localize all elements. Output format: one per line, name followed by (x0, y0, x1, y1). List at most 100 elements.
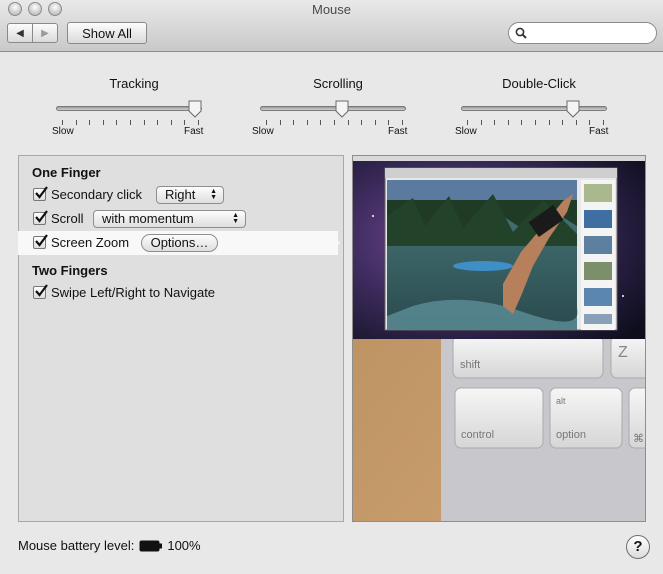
shift-key (452, 335, 604, 379)
slider-min-label: Slow (455, 126, 477, 137)
thumbnail-sidebar (581, 180, 615, 330)
window-title: Mouse (311, 2, 352, 17)
tracking-slider-track[interactable] (56, 106, 202, 111)
slider-tick (361, 120, 363, 125)
control-key-label: control (461, 429, 494, 441)
back-button[interactable]: ◀ (8, 24, 33, 42)
battery-value: 100% (167, 538, 201, 553)
show-all-button[interactable]: Show All (67, 22, 147, 44)
tracking-slider-thumb[interactable] (188, 100, 202, 118)
slider-tick (143, 120, 145, 125)
secondary-click-value: Right (165, 187, 196, 202)
slider-max-label: Fast (388, 126, 408, 137)
swipe-row[interactable]: Swipe Left/Right to Navigate (33, 282, 215, 302)
gesture-preview-image: shift Z control alt option ⌘ (352, 155, 646, 522)
slider-tick (480, 120, 482, 125)
slider-tick (62, 120, 63, 125)
slider-tick (589, 120, 591, 125)
help-button[interactable]: ? (626, 535, 650, 559)
forward-button[interactable]: ▶ (33, 24, 57, 42)
screen-zoom-checkbox[interactable] (33, 233, 48, 249)
slider-tick (102, 120, 104, 125)
slider-tick (507, 120, 509, 125)
slider-tick (535, 120, 536, 125)
slider-tick (306, 120, 308, 125)
screen-zoom-options-button[interactable]: Options… (141, 234, 218, 252)
selected-row-pointer (326, 231, 340, 255)
z-key (610, 335, 645, 379)
battery-label: Mouse battery level: (18, 538, 135, 553)
z-key-label: Z (618, 344, 628, 361)
scroll-row[interactable]: Scroll (33, 208, 84, 228)
search-icon (515, 27, 527, 39)
screen-zoom-label: Screen Zoom (51, 234, 130, 250)
slider-title: Double-Click (502, 76, 576, 91)
shift-key-label: shift (460, 359, 480, 371)
slider-tick (157, 120, 159, 125)
screen-zoom-row[interactable]: Screen Zoom (33, 232, 129, 252)
slider-tick (347, 120, 349, 125)
checkmark-icon (35, 209, 48, 223)
scrolling-slider-group: Scrolling Slow Fast (252, 76, 418, 142)
slider-tick (334, 120, 335, 125)
battery-icon (139, 540, 163, 551)
slider-tick (548, 120, 550, 125)
nav-buttons: ◀ ▶ (7, 23, 58, 43)
slider-tick (89, 120, 91, 125)
slider-tick (562, 120, 564, 125)
slider-tick (521, 120, 523, 125)
slider-tick (320, 120, 322, 125)
scroll-value: with momentum (102, 211, 194, 226)
one-finger-header: One Finger (32, 165, 101, 180)
slider-min-label: Slow (252, 126, 274, 137)
slider-ticks (266, 120, 403, 126)
battery-status: Mouse battery level: 100% (18, 538, 201, 553)
slider-ticks (62, 120, 199, 126)
slider-tick (388, 120, 390, 125)
tracking-slider-group: Tracking Slow Fast (52, 76, 214, 142)
toolbar: Mouse ◀ ▶ Show All (0, 0, 663, 52)
search-field[interactable] (508, 22, 657, 44)
scrolling-slider-track[interactable] (260, 106, 406, 111)
slider-min-label: Slow (52, 126, 74, 137)
slider-tick (184, 120, 186, 125)
slider-tick (130, 120, 131, 125)
alt-key-label: alt (556, 396, 566, 406)
checkmark-icon (35, 185, 48, 199)
scroll-checkbox[interactable] (33, 209, 48, 225)
two-fingers-header: Two Fingers (32, 263, 108, 278)
double-click-slider-group: Double-Click Slow Fast (455, 76, 619, 142)
slider-tick (374, 120, 376, 125)
swipe-checkbox[interactable] (33, 283, 48, 299)
secondary-click-label: Secondary click (51, 186, 143, 202)
checkmark-icon (35, 233, 48, 247)
option-key-label: option (556, 429, 586, 441)
slider-max-label: Fast (184, 126, 204, 137)
double-click-slider-thumb[interactable] (566, 100, 580, 118)
secondary-click-row[interactable]: Secondary click (33, 184, 142, 204)
popup-arrows-icon: ▲ ▼ (210, 188, 217, 201)
double-click-slider-track[interactable] (461, 106, 607, 111)
slider-tick (467, 120, 468, 125)
slider-max-label: Fast (589, 126, 609, 137)
lake-photo (387, 180, 578, 330)
secondary-click-checkbox[interactable] (33, 185, 48, 201)
slider-tick (603, 120, 604, 125)
scrolling-slider-thumb[interactable] (335, 100, 349, 118)
scroll-popup[interactable]: with momentum ▲ ▼ (93, 210, 246, 228)
checkmark-icon (35, 283, 48, 297)
slider-ticks (467, 120, 604, 126)
slider-tick (170, 120, 172, 125)
slider-tick (266, 120, 267, 125)
slider-tick (198, 120, 199, 125)
slider-title: Scrolling (313, 76, 363, 91)
slider-tick (494, 120, 496, 125)
slider-tick (279, 120, 281, 125)
swipe-label: Swipe Left/Right to Navigate (51, 284, 216, 300)
preview-illustration: shift Z control alt option ⌘ (353, 156, 645, 521)
scroll-label: Scroll (51, 210, 84, 226)
slider-tick (116, 120, 118, 125)
forward-arrow-icon: ▶ (41, 27, 49, 39)
secondary-click-popup[interactable]: Right ▲ ▼ (156, 186, 224, 204)
help-icon: ? (633, 538, 643, 555)
